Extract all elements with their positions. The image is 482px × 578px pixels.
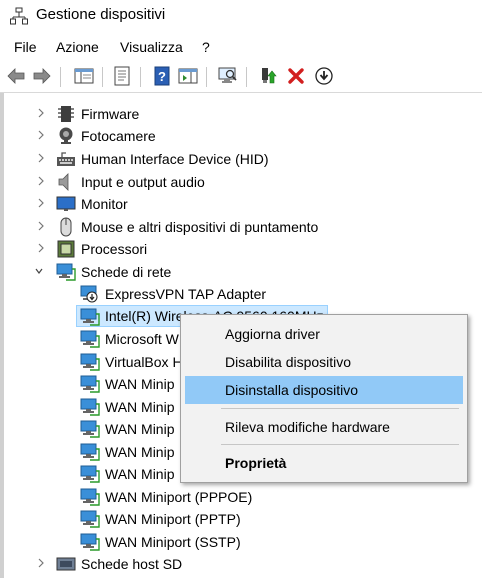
network-adapter-icon [80, 465, 100, 483]
enable-device-icon[interactable] [314, 66, 334, 86]
webcam-icon [59, 127, 73, 144]
menu-file[interactable]: File [12, 39, 39, 55]
tree-node-network-adapter[interactable]: WAN Miniport (PPPOE) [0, 486, 482, 508]
chevron-right-icon[interactable] [36, 196, 46, 210]
network-adapter-icon [56, 263, 76, 281]
properties-icon[interactable] [112, 66, 132, 86]
tree-node-monitor[interactable]: Monitor [0, 193, 482, 215]
menu-azione[interactable]: Azione [54, 39, 101, 55]
network-adapter-icon [80, 398, 100, 416]
back-arrow-icon[interactable] [6, 66, 26, 86]
show-hide-console-tree-icon[interactable] [74, 66, 94, 86]
sd-host-icon [56, 557, 76, 571]
tree-label: VirtualBox H [105, 354, 183, 370]
network-adapter-icon [80, 420, 100, 438]
network-adapter-icon [80, 443, 100, 461]
tree-label: WAN Miniport (SSTP) [105, 534, 241, 550]
chevron-right-icon[interactable] [36, 219, 46, 233]
context-menu: Aggiorna driver Disabilita dispositivo D… [180, 314, 468, 483]
tree-label: Microsoft W [105, 331, 179, 347]
speaker-icon [58, 173, 69, 191]
tree-node-processori[interactable]: Processori [0, 238, 482, 260]
tree-label: WAN Minip [105, 399, 175, 415]
mouse-icon [60, 217, 72, 237]
tree-node-hid[interactable]: Human Interface Device (HID) [0, 148, 482, 170]
menu-item-disinstalla-dispositivo[interactable]: Disinstalla dispositivo [185, 376, 463, 404]
network-adapter-icon [80, 353, 100, 371]
network-adapter-icon [80, 488, 100, 506]
tree-label: Human Interface Device (HID) [81, 151, 269, 167]
network-adapter-icon [80, 330, 100, 348]
update-driver-icon[interactable] [258, 66, 278, 86]
menu-item-rileva-modifiche[interactable]: Rileva modifiche hardware [185, 413, 463, 441]
tree-node-network-adapter[interactable]: WAN Miniport (PPTP) [0, 508, 482, 530]
tree-node-network-adapter[interactable]: WAN Miniport (SSTP) [0, 531, 482, 553]
menu-item-aggiorna-driver[interactable]: Aggiorna driver [185, 320, 463, 348]
menu-separator [221, 408, 459, 409]
network-adapter-icon [80, 533, 100, 551]
tree-node-mouse[interactable]: Mouse e altri dispositivi di puntamento [0, 216, 482, 238]
tree-label: Monitor [81, 196, 128, 212]
chevron-right-icon[interactable] [36, 151, 46, 165]
tree-label: WAN Minip [105, 466, 175, 482]
tree-label: WAN Minip [105, 376, 175, 392]
title-bar: Gestione dispositivi [0, 0, 482, 34]
menu-item-proprieta[interactable]: Proprietà [185, 449, 463, 477]
tree-label: Input e output audio [81, 174, 205, 190]
tree-label: WAN Minip [105, 421, 175, 437]
chevron-right-icon[interactable] [36, 556, 46, 570]
chevron-down-icon[interactable] [34, 264, 44, 278]
menu-separator [221, 444, 459, 445]
chevron-right-icon[interactable] [36, 106, 46, 120]
chevron-right-icon[interactable] [36, 174, 46, 188]
tree-label: WAN Miniport (PPTP) [105, 511, 241, 527]
scan-hardware-icon[interactable] [218, 66, 238, 86]
chevron-right-icon[interactable] [36, 241, 46, 255]
tree-node-fotocamere[interactable]: Fotocamere [0, 125, 482, 147]
svg-text:?: ? [158, 69, 166, 84]
action-pane-icon[interactable] [178, 66, 198, 86]
tree-node-schede-rete[interactable]: Schede di rete [0, 261, 482, 283]
tree-node-audio[interactable]: Input e output audio [0, 171, 482, 193]
menu-bar: File Azione Visualizza ? [0, 38, 482, 60]
tree-label: WAN Minip [105, 444, 175, 460]
menu-visualizza[interactable]: Visualizza [118, 39, 185, 55]
firmware-chip-icon [58, 106, 74, 122]
toolbar: ? [0, 62, 482, 93]
network-adapter-disabled-icon [80, 285, 98, 303]
tree-node-network-adapter[interactable]: ExpressVPN TAP Adapter [0, 283, 482, 305]
tree-label: ExpressVPN TAP Adapter [105, 286, 267, 302]
tree-label: Schede host SD [81, 556, 183, 572]
tree-label: Processori [81, 241, 148, 257]
window-title: Gestione dispositivi [36, 6, 166, 23]
network-adapter-icon [80, 375, 100, 393]
network-adapter-icon [80, 308, 100, 326]
menu-help[interactable]: ? [200, 39, 212, 55]
chevron-right-icon[interactable] [36, 128, 46, 142]
monitor-icon [56, 196, 76, 211]
menu-item-disabilita-dispositivo[interactable]: Disabilita dispositivo [185, 348, 463, 376]
tree-node-schede-host-sd[interactable]: Schede host SD [0, 553, 482, 575]
tree-label: Schede di rete [81, 264, 172, 280]
tree-node-firmware[interactable]: Firmware [0, 103, 482, 125]
tree-label: WAN Miniport (PPPOE) [105, 489, 253, 505]
forward-arrow-icon[interactable] [32, 66, 52, 86]
device-manager-icon [10, 7, 28, 25]
tree-label: Mouse e altri dispositivi di puntamento [81, 219, 319, 235]
hid-keyboard-icon [57, 152, 75, 166]
uninstall-device-icon[interactable] [286, 66, 306, 86]
processor-icon [57, 240, 75, 258]
help-icon[interactable]: ? [152, 66, 172, 86]
tree-label: Fotocamere [81, 128, 156, 144]
network-adapter-icon [80, 510, 100, 528]
tree-label: Firmware [81, 106, 140, 122]
